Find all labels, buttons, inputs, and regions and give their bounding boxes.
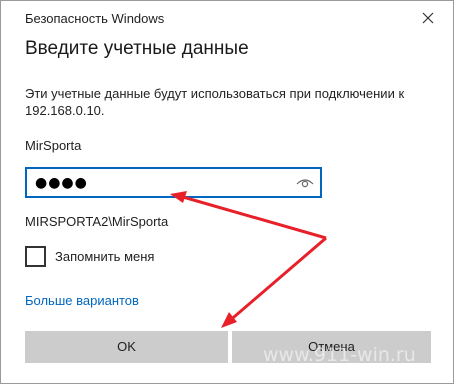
cancel-button[interactable]: Отмена — [232, 331, 431, 363]
close-icon — [422, 12, 434, 24]
dialog-description: Эти учетные данные будут использоваться … — [25, 86, 405, 118]
password-input[interactable] — [35, 173, 295, 193]
eye-icon[interactable] — [296, 176, 314, 190]
domain-user-label: MIRSPORTA2\MirSporta — [25, 214, 169, 229]
close-button[interactable] — [411, 5, 445, 31]
red-arrow — [175, 193, 327, 240]
remember-checkbox[interactable] — [25, 246, 46, 267]
more-options-link[interactable]: Больше вариантов — [25, 293, 139, 308]
window-title: Безопасность Windows — [25, 11, 165, 26]
arrowhead-ok — [221, 312, 237, 328]
dialog-heading: Введите учетные данные — [25, 38, 249, 59]
password-field[interactable] — [25, 167, 322, 198]
remember-label[interactable]: Запомнить меня — [55, 249, 154, 264]
ok-button[interactable]: OK — [25, 331, 228, 363]
username-label: MirSporta — [25, 138, 82, 153]
credentials-dialog: Безопасность Windows Введите учетные дан… — [0, 0, 454, 384]
title-bar: Безопасность Windows — [1, 1, 453, 33]
red-arrow — [226, 236, 327, 325]
